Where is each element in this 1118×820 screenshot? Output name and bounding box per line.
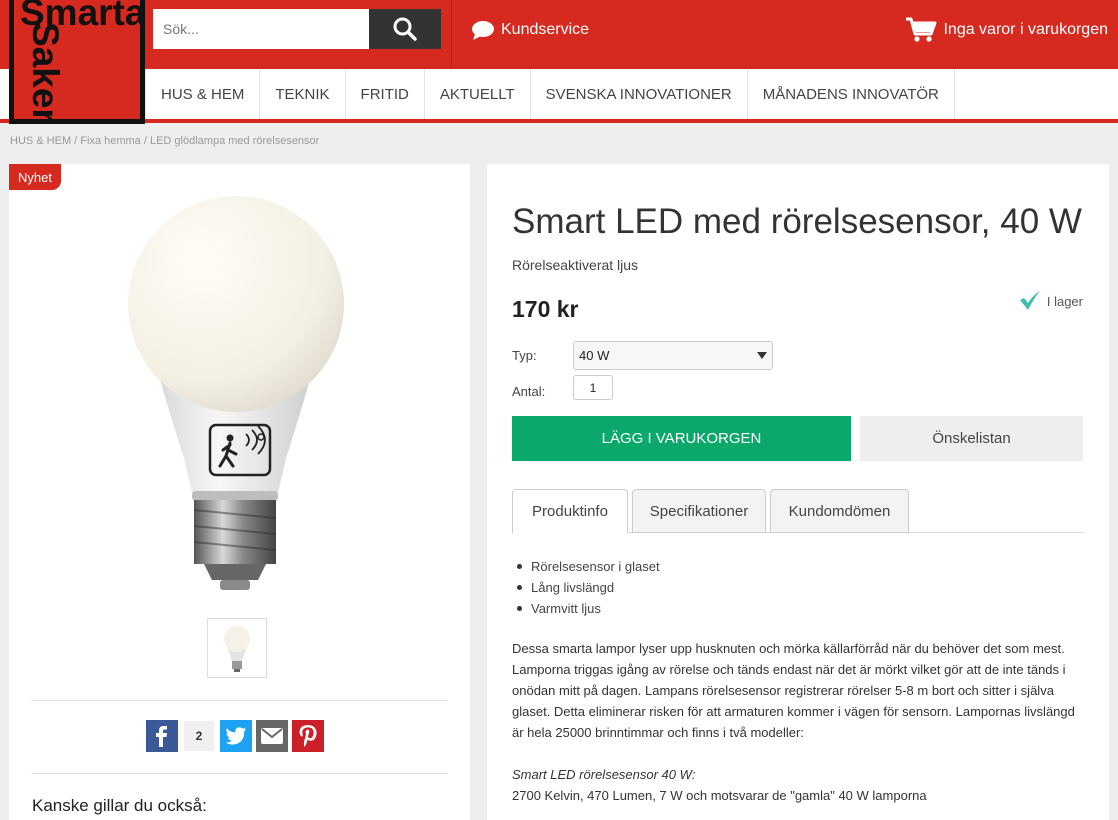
share-bar: 2 — [146, 719, 324, 753]
bullet-icon — [517, 564, 522, 569]
twitter-share-button[interactable] — [220, 720, 252, 752]
bullet-icon — [517, 606, 522, 611]
customer-service-label: Kundservice — [501, 21, 590, 38]
list-item: Varmvitt ljus — [517, 598, 660, 619]
nav-item-hus-hem[interactable]: HUS & HEM — [145, 69, 261, 119]
list-item: Lång livslängd — [517, 577, 660, 598]
checkmark-icon — [1019, 291, 1040, 310]
type-select[interactable]: 40 W — [573, 341, 773, 370]
product-description: Dessa smarta lampor lyser upp husknuten … — [512, 641, 1075, 740]
model-name: Smart LED rörelsesensor 40 W: — [512, 767, 696, 782]
main-nav: HUS & HEM TEKNIK FRITID AKTUELLT SVENSKA… — [0, 69, 1118, 123]
feature-text: Rörelsesensor i glaset — [531, 559, 660, 574]
customer-service-link[interactable]: Kundservice — [471, 0, 589, 60]
product-image[interactable] — [34, 188, 445, 598]
breadcrumb[interactable]: HUS & HEM / Fixa hemma / LED glödlampa m… — [10, 135, 319, 147]
model-spec: Smart LED rörelsesensor 40 W: 2700 Kelvi… — [512, 764, 927, 806]
header-divider — [451, 0, 452, 69]
related-products-heading: Kanske gillar du också: — [32, 796, 207, 815]
facebook-share-button[interactable] — [146, 720, 178, 752]
pinterest-share-button[interactable] — [292, 720, 324, 752]
twitter-icon — [225, 727, 246, 745]
nav-item-manadens-innovator[interactable]: MÅNADENS INNOVATÖR — [748, 69, 955, 119]
search-button[interactable] — [369, 9, 441, 49]
product-image-panel: Nyhet 2 Kanske gillar du också: — [9, 164, 470, 820]
tab-kundomdomen[interactable]: Kundomdömen — [770, 489, 909, 533]
email-share-button[interactable] — [256, 720, 288, 752]
cart-label: Inga varor i varukorgen — [943, 21, 1108, 38]
chevron-down-icon — [757, 352, 767, 359]
site-logo[interactable]: Smarta Saker — [9, 0, 145, 124]
product-details-panel: Smart LED med rörelsesensor, 40 W Rörels… — [487, 164, 1109, 820]
bullet-icon — [517, 585, 522, 590]
header-bar: Kundservice Inga varor i varukorgen — [0, 0, 1118, 69]
chat-bubble-icon — [472, 21, 494, 40]
new-badge: Nyhet — [9, 164, 61, 190]
share-count: 2 — [184, 721, 214, 751]
model-specs: 2700 Kelvin, 470 Lumen, 7 W och motsvara… — [512, 788, 927, 803]
product-price: 170 kr — [512, 296, 579, 322]
nav-item-fritid[interactable]: FRITID — [346, 69, 425, 119]
product-thumbnail[interactable] — [207, 618, 267, 678]
divider — [31, 773, 448, 774]
feature-text: Lång livslängd — [531, 580, 615, 595]
tab-produktinfo[interactable]: Produktinfo — [512, 489, 628, 534]
wishlist-button[interactable]: Önskelistan — [860, 416, 1083, 461]
pinterest-icon — [299, 725, 317, 747]
nav-item-teknik[interactable]: TEKNIK — [260, 69, 346, 119]
stock-label: I lager — [1046, 293, 1083, 309]
cart-link[interactable]: Inga varor i varukorgen — [905, 0, 1108, 60]
product-tabs: Produktinfo Specifikationer Kundomdömen — [512, 489, 1083, 534]
tab-specifikationer[interactable]: Specifikationer — [632, 489, 766, 533]
divider — [31, 700, 448, 701]
search-icon — [393, 17, 417, 41]
quantity-label: Antal: — [512, 384, 546, 399]
cart-icon — [906, 17, 937, 42]
list-item: Rörelsesensor i glaset — [517, 556, 660, 577]
facebook-icon — [156, 726, 167, 747]
thumbnail-bulb-image — [224, 626, 250, 672]
product-title: Smart LED med rörelsesensor, 40 W — [512, 202, 1082, 241]
nav-item-svenska-innovationer[interactable]: SVENSKA INNOVATIONER — [531, 69, 748, 119]
logo-line-2: Saker — [25, 22, 66, 123]
product-subtitle: Rörelseaktiverat ljus — [512, 257, 639, 273]
type-select-value: 40 W — [579, 348, 610, 363]
quantity-field[interactable] — [573, 375, 613, 400]
feature-text: Varmvitt ljus — [531, 601, 601, 616]
search-input[interactable] — [153, 9, 369, 49]
nav-item-aktuellt[interactable]: AKTUELLT — [425, 69, 531, 119]
add-to-cart-button[interactable]: LÄGG I VARUKORGEN — [512, 416, 851, 461]
stock-status: I lager — [1019, 291, 1083, 311]
type-label: Typ: — [512, 348, 537, 363]
email-icon — [261, 728, 283, 744]
feature-list: Rörelsesensor i glaset Lång livslängd Va… — [517, 556, 660, 619]
